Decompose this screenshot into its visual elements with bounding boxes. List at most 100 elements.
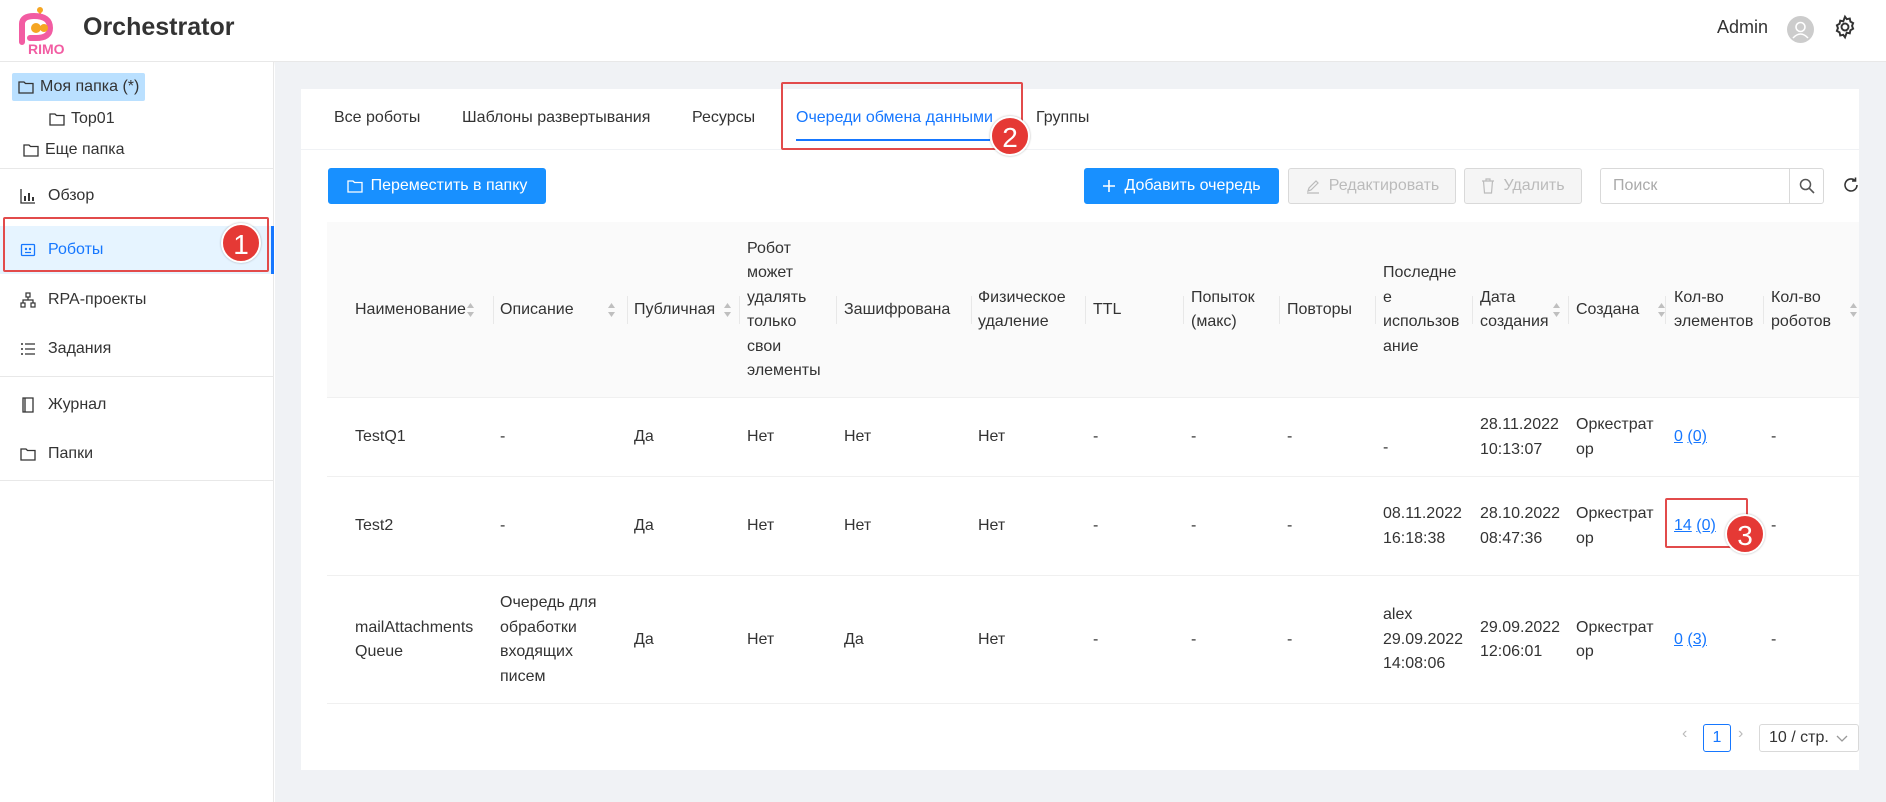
- user-name[interactable]: Admin: [1717, 17, 1768, 38]
- column-header-line: (макс): [1191, 313, 1237, 330]
- cell-text: mailAttachments: [355, 618, 474, 636]
- tab-resources[interactable]: Ресурсы: [692, 89, 755, 149]
- column-separator: [493, 296, 494, 324]
- app-title: Orchestrator: [83, 13, 235, 41]
- items-sub-count-link[interactable]: (3): [1687, 631, 1707, 648]
- table-cell: -: [1383, 398, 1388, 477]
- sort-icon[interactable]: [607, 302, 616, 318]
- table-cell[interactable]: 0 (3): [1674, 576, 1707, 704]
- table-cell: -: [1191, 576, 1196, 704]
- cell-text: 29.09.2022: [1480, 618, 1561, 636]
- column-header-line: е: [1383, 288, 1392, 306]
- sidebar-item-tasks[interactable]: Задания: [0, 325, 274, 373]
- column-header[interactable]: Публичная: [634, 222, 715, 398]
- cell-text: Нет: [747, 428, 775, 446]
- cell-text: -: [1093, 630, 1099, 648]
- user-icon: [1792, 21, 1809, 39]
- cell-text: -: [1093, 517, 1099, 535]
- search-button[interactable]: [1789, 168, 1824, 204]
- column-header: TTL: [1093, 222, 1121, 398]
- sidebar-item-journal[interactable]: Журнал: [0, 381, 274, 429]
- callout-badge-3: 3: [1725, 514, 1765, 554]
- pagination-page[interactable]: 1: [1703, 724, 1731, 752]
- table-cell: Да: [844, 576, 864, 704]
- cell-text: -: [1287, 428, 1293, 446]
- table-cell: Оркестрат ор: [1576, 477, 1654, 576]
- tab-all-robots[interactable]: Все роботы: [334, 89, 420, 149]
- folder-icon: [49, 113, 65, 126]
- column-header[interactable]: Наименование: [355, 222, 466, 398]
- page-size-select[interactable]: 10 / стр.: [1759, 724, 1859, 752]
- table-cell: Test2: [355, 477, 393, 576]
- items-count-link[interactable]: 0: [1674, 428, 1683, 445]
- table-cell: TestQ1: [355, 398, 406, 477]
- sidebar-divider: [0, 480, 274, 481]
- cell-text: Нет: [978, 428, 1006, 446]
- avatar[interactable]: [1787, 16, 1814, 43]
- edit-button[interactable]: Редактировать: [1288, 168, 1456, 204]
- refresh-icon[interactable]: [1841, 175, 1861, 195]
- hierarchy-icon: [20, 292, 36, 308]
- items-count-link[interactable]: 0: [1674, 631, 1683, 648]
- move-to-folder-button[interactable]: Переместить в папку: [328, 168, 546, 204]
- column-header[interactable]: Дата создания: [1480, 222, 1549, 398]
- gear-icon[interactable]: [1832, 14, 1858, 40]
- sort-icon[interactable]: [1849, 302, 1858, 318]
- app-header: RIMO Orchestrator Admin: [0, 0, 1886, 62]
- sort-icon[interactable]: [1552, 302, 1561, 318]
- cell-text: Да: [634, 428, 654, 446]
- column-header: Робот может удалять только свои элементы: [747, 222, 821, 398]
- cell-text: Да: [634, 630, 654, 648]
- cell-text: alex: [1383, 606, 1413, 624]
- cell-text: ор: [1576, 643, 1594, 660]
- cell-text: 28.10.2022: [1480, 505, 1561, 522]
- cell-text: -: [500, 428, 506, 446]
- column-header[interactable]: Кол-во роботов: [1771, 222, 1831, 398]
- sort-icon[interactable]: [723, 302, 732, 318]
- table-cell: 08.11.2022 16:18:38: [1383, 477, 1462, 576]
- table-cell: Да: [634, 576, 654, 704]
- column-header-line: Создана: [1576, 300, 1640, 318]
- tab-deploy-templates[interactable]: Шаблоны развертывания: [462, 89, 650, 149]
- sidebar-item-label: Задания: [48, 340, 112, 357]
- cell-text: Queue: [355, 643, 404, 660]
- sidebar-item-rpa-projects[interactable]: RPA-проекты: [0, 276, 274, 324]
- column-header[interactable]: Создана: [1576, 222, 1639, 398]
- add-queue-button[interactable]: Добавить очередь: [1084, 168, 1279, 204]
- folder-tree-item-another[interactable]: Еще папка: [17, 136, 130, 164]
- folder-tree-item-top01[interactable]: Top01: [43, 105, 121, 133]
- chevron-down-icon: [1836, 735, 1848, 742]
- table-cell: Нет: [844, 477, 871, 576]
- cell-text: Нет: [844, 517, 872, 535]
- column-header[interactable]: Описание: [500, 222, 574, 398]
- next-page-icon[interactable]: ›: [1738, 725, 1743, 743]
- column-header: Повторы: [1287, 222, 1352, 398]
- delete-button[interactable]: Удалить: [1464, 168, 1582, 204]
- search-input[interactable]: [1600, 168, 1789, 204]
- column-separator: [1279, 296, 1280, 324]
- column-header: Последне е использов ание: [1383, 222, 1459, 398]
- cell-text: ор: [1576, 440, 1594, 458]
- column-header-line: только: [747, 313, 797, 330]
- sidebar-item-folders[interactable]: Папки: [0, 430, 274, 478]
- column-header-line: удалять: [747, 288, 807, 306]
- items-sub-count-link[interactable]: (0): [1687, 428, 1707, 445]
- table-cell: Оркестрат ор: [1576, 398, 1654, 477]
- cell-text: -: [500, 517, 506, 535]
- cell-text: Нет: [978, 517, 1006, 535]
- tab-groups[interactable]: Группы: [1036, 89, 1089, 149]
- column-header-line: Повторы: [1287, 300, 1352, 318]
- cell-text: -: [1093, 428, 1099, 446]
- table-cell[interactable]: 0 (0): [1674, 398, 1707, 477]
- sidebar-item-overview[interactable]: Обзор: [0, 172, 274, 220]
- folder-icon: [18, 81, 34, 94]
- column-separator: [1183, 296, 1184, 324]
- folder-tree-item-my-folder[interactable]: Моя папка (*): [12, 73, 146, 101]
- list-icon: [21, 343, 35, 355]
- sort-icon[interactable]: [466, 302, 475, 318]
- prev-page-icon[interactable]: ‹: [1682, 725, 1687, 743]
- cell-text: -: [1191, 517, 1197, 535]
- cell-text: Нет: [844, 428, 872, 446]
- table-cell: -: [1771, 477, 1776, 576]
- column-header: Физическое удаление: [978, 222, 1066, 398]
